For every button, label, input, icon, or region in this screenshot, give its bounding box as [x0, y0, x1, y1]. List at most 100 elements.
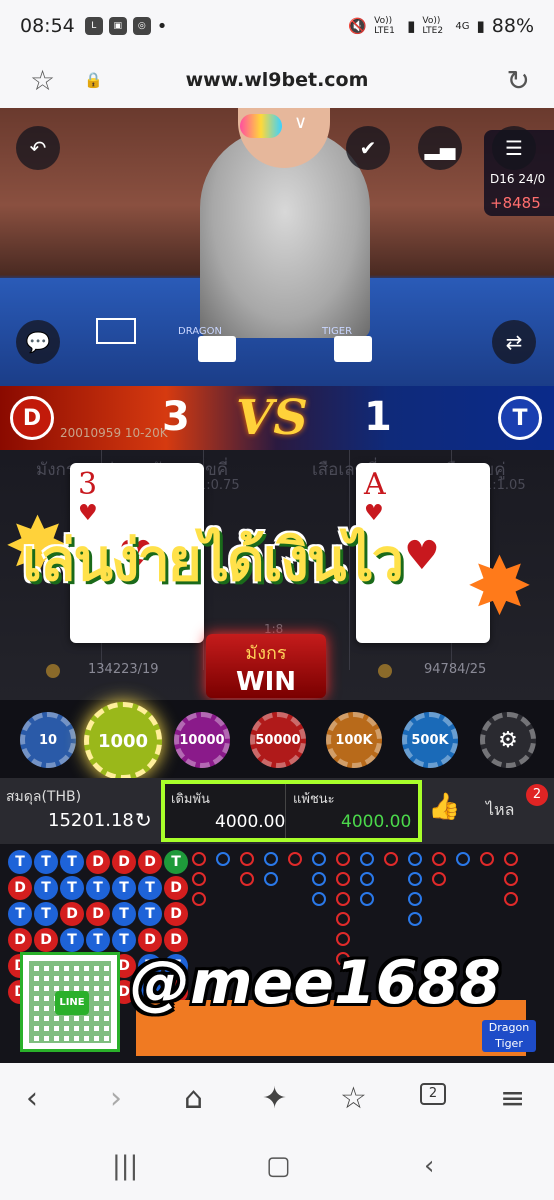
chevron-down-icon[interactable]: ∨ — [294, 112, 307, 133]
road-marker — [360, 872, 374, 886]
line-qr-code[interactable]: LINE — [20, 952, 120, 1052]
dragon-tiger-button-label: Dragon Tiger — [488, 1021, 530, 1050]
road-marker — [240, 872, 254, 886]
road-marker — [408, 892, 422, 906]
instagram-notification-icon: ◎ — [132, 17, 151, 35]
dragon-tiger-button[interactable]: Dragon Tiger — [482, 1020, 536, 1052]
back-button-icon[interactable]: ‹ — [424, 1151, 434, 1181]
address-bar: ☆ 🔒 www.wl9bet.com ↻ — [0, 52, 554, 108]
bead: T — [8, 850, 32, 874]
bead: D — [138, 850, 162, 874]
road-marker — [240, 852, 254, 866]
chip-50000[interactable]: 50000 — [250, 712, 306, 768]
bead: T — [60, 928, 84, 952]
road-marker — [336, 852, 350, 866]
switch-table-icon[interactable]: ⇄ — [492, 320, 536, 364]
tabs-button[interactable]: 2 — [420, 1083, 446, 1105]
chip-10[interactable]: 10 — [20, 712, 76, 768]
bead: T — [60, 850, 84, 874]
bead: T — [60, 876, 84, 900]
road-marker — [360, 852, 374, 866]
road-marker — [408, 852, 422, 866]
refresh-icon[interactable]: ↻ — [135, 808, 152, 832]
balance-bar: สมดุล(THB) 15201.18 ↻ เดิมพัน 4000.00 แพ… — [0, 778, 554, 844]
signal-bars-icon[interactable]: ▂▄ — [418, 126, 462, 170]
game-logo[interactable] — [240, 114, 282, 138]
road-marker — [336, 872, 350, 886]
promo-text: เล่นง่ายได้เงินไว — [22, 526, 404, 594]
url-text[interactable]: www.wl9bet.com — [0, 69, 554, 91]
tiger-even-payout: 1:1.05 — [484, 478, 526, 493]
chip-1000[interactable]: 1000 — [84, 702, 162, 780]
sim1-label: Vo)) LTE1 — [374, 16, 395, 36]
shield-icon[interactable]: ✔ — [346, 126, 390, 170]
road-marker — [312, 852, 326, 866]
road-marker — [192, 892, 206, 906]
road-marker — [336, 892, 350, 906]
road-marker — [504, 892, 518, 906]
menu-icon[interactable]: ☰ — [492, 126, 536, 170]
more-notifications-icon: • — [156, 15, 168, 37]
chip-100k[interactable]: 100K — [326, 712, 382, 768]
mute-icon: 🔇 — [348, 17, 368, 35]
bead: T — [86, 876, 110, 900]
heart-icon: ♥ — [404, 533, 440, 579]
road-marker — [504, 872, 518, 886]
sparkle-icon[interactable]: ✦ — [262, 1081, 287, 1116]
bead: D — [112, 850, 136, 874]
win-loss-value: 4000.00 — [341, 812, 412, 832]
bead: D — [60, 902, 84, 926]
forward-arrow-icon[interactable]: › — [110, 1081, 122, 1116]
stake-label: เดิมพัน — [171, 792, 210, 807]
dragon-stat: 134223/19 — [88, 662, 159, 677]
road-marker — [504, 852, 518, 866]
road-marker — [264, 852, 278, 866]
custom-chip-icon[interactable]: ⚙ — [480, 712, 536, 768]
road-marker — [432, 852, 446, 866]
road-marker — [192, 852, 206, 866]
road-marker — [336, 912, 350, 926]
road-marker — [408, 912, 422, 926]
road-marker — [432, 872, 446, 886]
dragon-card-rank: 3 — [78, 467, 98, 502]
chat-icon[interactable]: 💬 — [16, 320, 60, 364]
bookmarks-icon[interactable]: ☆ — [340, 1081, 367, 1116]
bead: T — [86, 928, 110, 952]
notification-badge: 2 — [526, 784, 548, 806]
thumbs-up-icon[interactable]: 👍 — [428, 792, 460, 822]
back-arrow-icon[interactable]: ‹ — [26, 1081, 38, 1116]
stake-value: 4000.00 — [215, 812, 286, 832]
felt-box — [96, 318, 136, 344]
line-handle: @mee1688 — [130, 948, 501, 1018]
road-marker — [192, 872, 206, 886]
back-icon[interactable]: ↶ — [16, 126, 60, 170]
bead: D — [34, 928, 58, 952]
win-banner: มังกร WIN — [206, 634, 326, 698]
bead: T — [34, 876, 58, 900]
recents-icon[interactable]: ||| — [112, 1151, 138, 1181]
round-code: 20010959 10-20K — [60, 426, 168, 440]
gallery-notification-icon: ▣ — [108, 17, 127, 35]
home-icon[interactable]: ⌂ — [184, 1081, 203, 1116]
qr-line-label: LINE — [55, 991, 89, 1015]
dragon-odd-payout: 1:0.75 — [198, 478, 240, 493]
bead: D — [86, 902, 110, 926]
menu-icon[interactable]: ≡ — [500, 1081, 525, 1116]
delta-value: +8485 — [490, 194, 541, 212]
chip-500k[interactable]: 500K — [402, 712, 458, 768]
reload-icon[interactable]: ↻ — [507, 64, 530, 97]
chip-selector: 10 1000 10000 50000 100K 500K ⚙ — [0, 700, 554, 780]
win-label: WIN — [235, 667, 297, 697]
home-button-icon[interactable]: ▢ — [266, 1151, 291, 1181]
road-marker — [480, 852, 494, 866]
bead: T — [112, 876, 136, 900]
vs-label: VS — [236, 390, 308, 446]
chip-10000[interactable]: 10000 — [174, 712, 230, 768]
signal-icon: ▮ — [407, 17, 416, 35]
browser-toolbar: ‹ › ⌂ ✦ ☆ 2 ≡ — [0, 1063, 554, 1133]
tiger-stat: 94784/25 — [424, 662, 487, 677]
dragon-felt-card — [198, 336, 236, 362]
dragon-stat-coin-icon — [46, 664, 60, 678]
signal-icon-2: ▮ — [476, 17, 485, 35]
tab-flow[interactable]: ไหล — [486, 798, 514, 823]
